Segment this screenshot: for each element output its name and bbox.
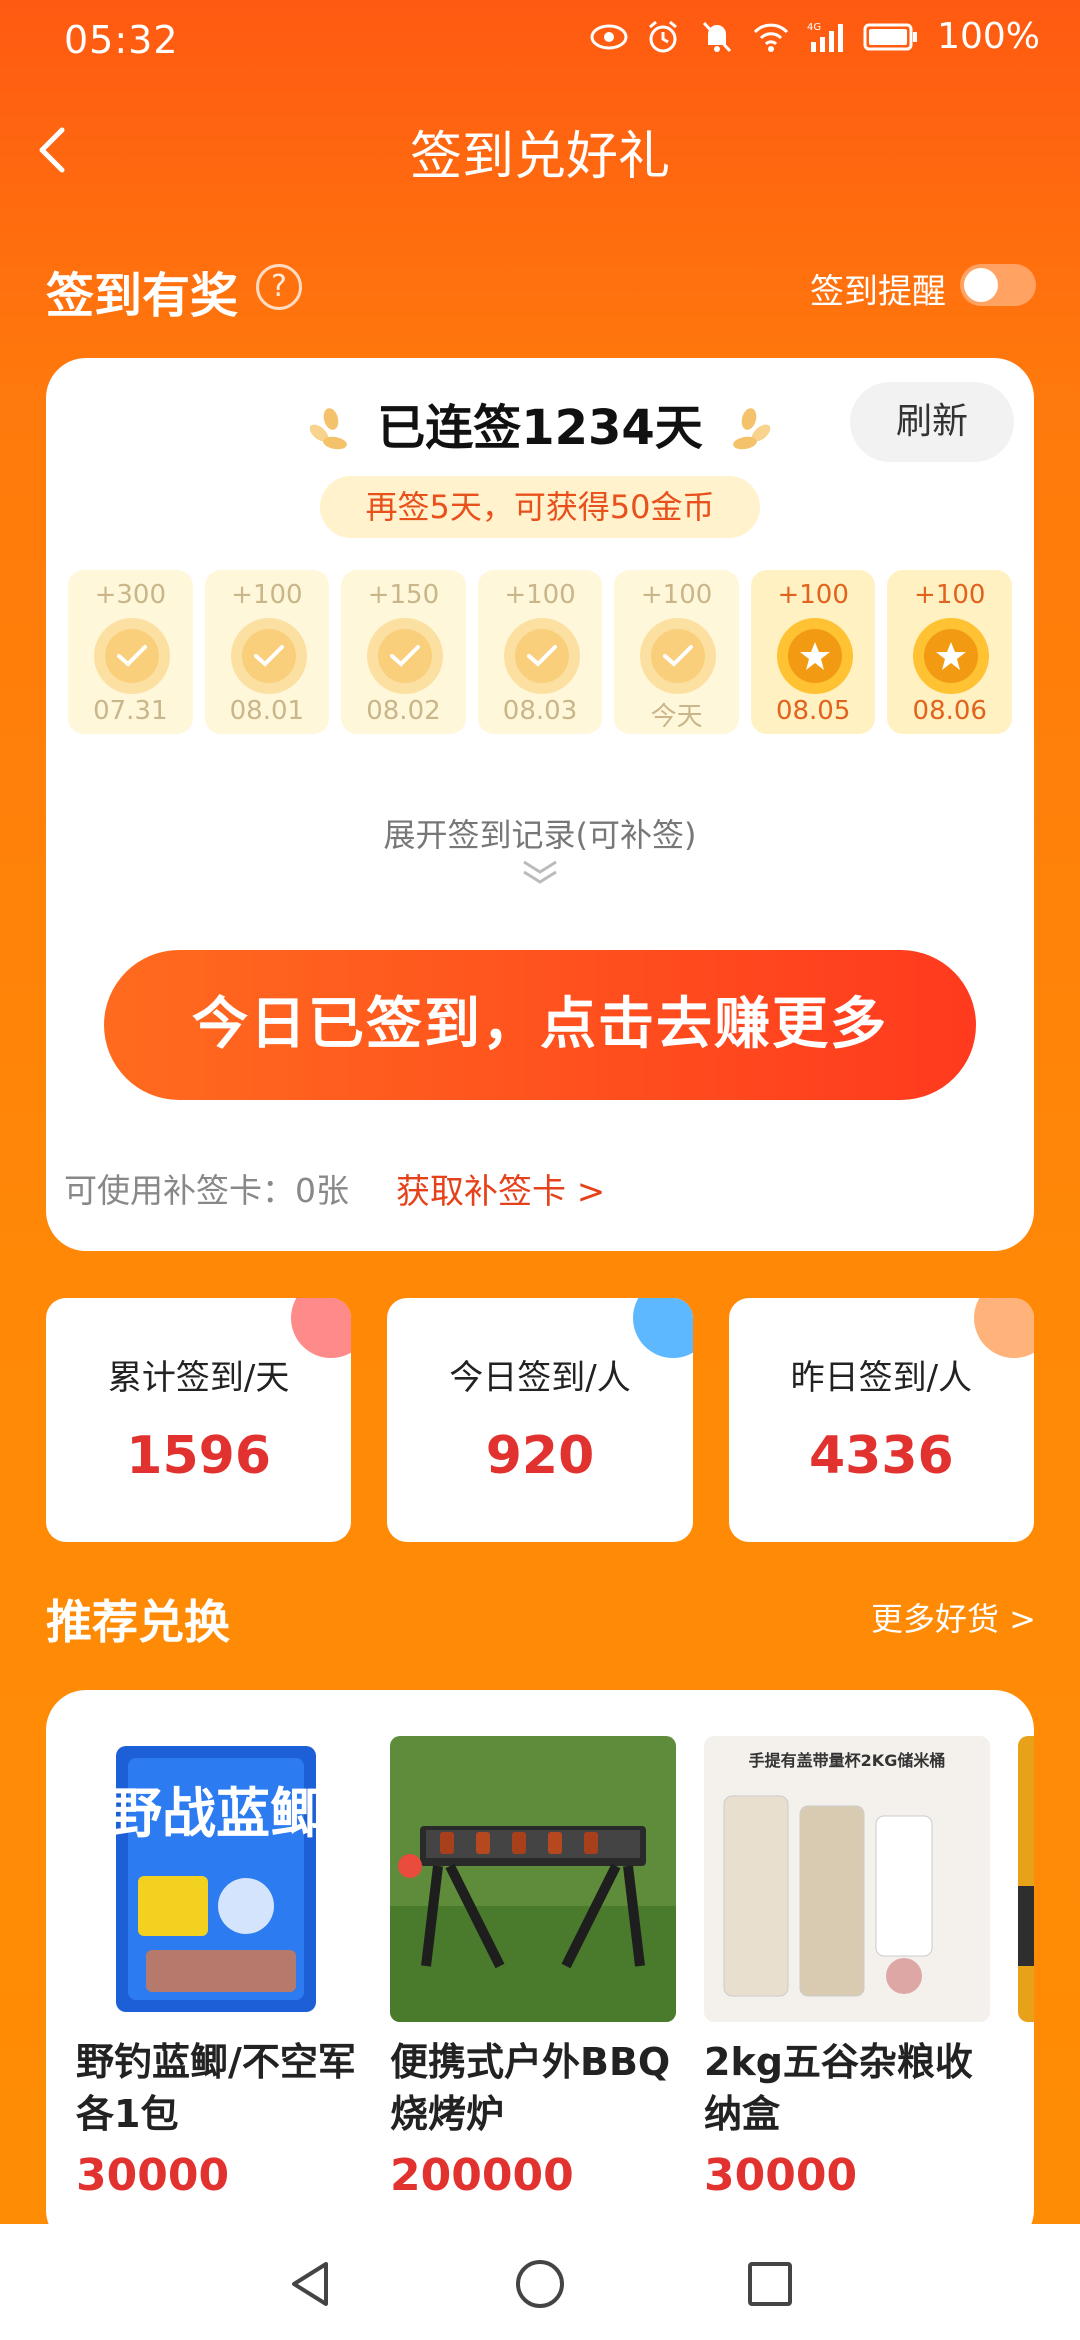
stat-label: 累计签到/天 [107, 1358, 290, 1398]
recommend-card: 野战蓝鲫 野钓蓝鲫/不空军各1包 30000 便携式户外BBQ烧烤炉 20000… [46, 1690, 1034, 2250]
product-price: 30000 [76, 2150, 230, 2201]
check-icon [230, 618, 307, 694]
product-name: 2kg五谷杂粮收纳盒 [704, 2040, 973, 2136]
stats-row: 累计签到/天 1596 今日签到/人 920 昨日签到/人 4336 [46, 1298, 1034, 1542]
product-image [1018, 1736, 1034, 2022]
back-nav-icon[interactable] [280, 2254, 340, 2314]
laurel-icon [723, 405, 775, 457]
more-goods-link[interactable]: 更多好货 > [871, 1594, 1036, 1640]
day-date: 08.02 [366, 696, 441, 726]
recommend-title: 推荐兑换 [46, 1595, 230, 1649]
day-date: 今天 [650, 702, 703, 732]
check-icon [640, 618, 717, 694]
day-item: +100 08.03 [477, 570, 603, 734]
product-item[interactable]: 手提有盖带量杯2KG储米桶 2kg五谷杂粮收纳盒 30000 [704, 1736, 990, 2201]
product-name: 野钓蓝鲫/不空军各1包 [76, 2040, 356, 2136]
stat-accent-dot [632, 1298, 693, 1358]
stat-card: 今日签到/人 920 [387, 1298, 693, 1542]
chevron-down-icon[interactable] [520, 858, 560, 888]
mute-icon [697, 17, 737, 57]
eye-icon [589, 17, 629, 57]
check-icon [367, 618, 444, 694]
product-image: 手提有盖带量杯2KG储米桶 [704, 1736, 990, 2022]
reward-hint: 再签5天，可获得50金币 [320, 476, 760, 538]
check-icon [503, 618, 580, 694]
expand-record-link[interactable]: 展开签到记录(可补签) [46, 810, 1034, 856]
product-item-partial[interactable] [1018, 1736, 1034, 2022]
home-nav-icon[interactable] [510, 2254, 570, 2314]
battery-icon [863, 17, 919, 57]
stat-card: 昨日签到/人 4336 [728, 1298, 1034, 1542]
title-bar: 签到兑好礼 [0, 100, 1080, 200]
product-image: 野战蓝鲫 [76, 1736, 362, 2022]
day-date: 08.05 [775, 696, 851, 726]
stat-label: 昨日签到/人 [790, 1358, 973, 1398]
stat-accent-dot [291, 1298, 352, 1358]
stat-value: 4336 [808, 1426, 954, 1486]
earn-more-button[interactable]: 今日已签到，点击去赚更多 [104, 950, 976, 1100]
system-nav-bar [0, 2224, 1080, 2340]
refresh-button[interactable]: 刷新 [850, 382, 1014, 462]
stat-value: 920 [485, 1426, 595, 1486]
stat-value: 1596 [126, 1426, 272, 1486]
day-points: +100 [231, 580, 303, 610]
signin-section-title: 签到有奖 [46, 268, 239, 324]
status-bar: 05:32 4G 100% [0, 0, 1080, 80]
stat-label: 今日签到/人 [449, 1358, 631, 1398]
star-icon [913, 618, 990, 694]
day-item: +100 今天 [614, 570, 739, 734]
page-title: 签到兑好礼 [409, 127, 670, 187]
laurel-icon [305, 405, 357, 457]
day-date: 08.06 [912, 696, 987, 726]
toggle-knob [964, 268, 998, 302]
signin-section-header: 签到有奖 ? 签到提醒 [46, 250, 1036, 324]
recommend-header: 推荐兑换 更多好货 > [46, 1586, 1036, 1649]
day-date: 08.01 [229, 696, 305, 726]
status-time: 05:32 [64, 18, 179, 62]
reminder-label: 签到提醒 [810, 272, 946, 312]
get-makeup-card-link[interactable]: 获取补签卡 > [396, 1164, 605, 1213]
day-item: +100 08.05 [750, 570, 876, 734]
product-name: 便携式户外BBQ烧烤炉 [390, 2040, 671, 2136]
product-item[interactable]: 便携式户外BBQ烧烤炉 200000 [390, 1736, 676, 2201]
reminder-toggle[interactable] [960, 264, 1036, 306]
signin-card: 已连签1234天 刷新 再签5天，可获得50金币 +300 07.31 +100… [46, 358, 1034, 1251]
check-icon [94, 618, 170, 694]
day-item: +300 07.31 [68, 570, 193, 734]
makeup-card-count: 可使用补签卡：0张 [64, 1171, 349, 1210]
day-strip: +300 07.31 +100 08.01 +150 08.02 +100 08… [68, 570, 1013, 734]
day-item: +100 08.01 [204, 570, 330, 734]
stat-card: 累计签到/天 1596 [46, 1298, 352, 1542]
day-date: 07.31 [93, 696, 168, 726]
recents-nav-icon[interactable] [740, 2254, 800, 2314]
day-points: +300 [94, 580, 166, 610]
day-item: +150 08.02 [341, 570, 466, 734]
signal-icon: 4G [805, 17, 849, 57]
day-points: +100 [504, 580, 576, 610]
day-points: +150 [367, 580, 440, 610]
alarm-icon [643, 17, 683, 57]
product-image [390, 1736, 676, 2022]
product-price: 200000 [390, 2150, 574, 2201]
day-points: +100 [914, 580, 986, 610]
day-item: +100 08.06 [887, 570, 1013, 734]
svg-text:4G: 4G [807, 22, 821, 33]
star-icon [776, 618, 853, 694]
product-item[interactable]: 野战蓝鲫 野钓蓝鲫/不空军各1包 30000 [76, 1736, 362, 2201]
stat-accent-dot [973, 1298, 1034, 1358]
product-price: 30000 [704, 2150, 858, 2201]
battery-percent: 100% [937, 16, 1040, 57]
wifi-icon [751, 17, 791, 57]
product-image-text: 手提有盖带量杯2KG储米桶 [749, 1751, 946, 1770]
product-image-text: 野战蓝鲫 [108, 1782, 324, 1845]
day-points: +100 [640, 580, 713, 610]
help-icon[interactable]: ? [256, 264, 302, 310]
status-icons: 4G 100% [589, 16, 1040, 57]
day-points: +100 [777, 580, 849, 610]
day-date: 08.03 [502, 696, 578, 726]
streak-text: 已连签1234天 [377, 400, 703, 456]
